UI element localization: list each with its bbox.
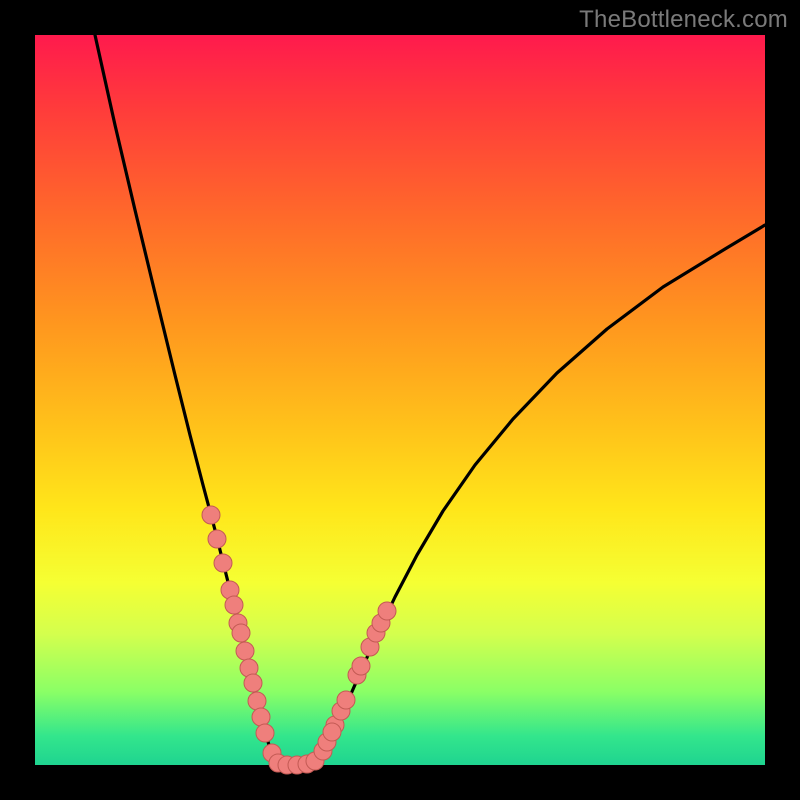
highlight-dot xyxy=(236,642,254,660)
highlight-dot xyxy=(244,674,262,692)
watermark-text: TheBottleneck.com xyxy=(579,6,788,34)
highlight-dot xyxy=(252,708,270,726)
highlight-dot xyxy=(202,506,220,524)
highlight-dot xyxy=(337,691,355,709)
bottleneck-curve xyxy=(35,35,765,765)
highlight-dot xyxy=(323,723,341,741)
curve-right-branch xyxy=(315,225,765,763)
highlight-dot xyxy=(248,692,266,710)
highlight-dot xyxy=(378,602,396,620)
highlight-dot xyxy=(232,624,250,642)
highlight-dot xyxy=(225,596,243,614)
highlight-dot xyxy=(208,530,226,548)
highlight-dot xyxy=(352,657,370,675)
plot-area xyxy=(35,35,765,765)
highlight-dots-group xyxy=(202,506,396,774)
highlight-dot xyxy=(214,554,232,572)
highlight-dot xyxy=(256,724,274,742)
chart-frame: TheBottleneck.com xyxy=(0,0,800,800)
